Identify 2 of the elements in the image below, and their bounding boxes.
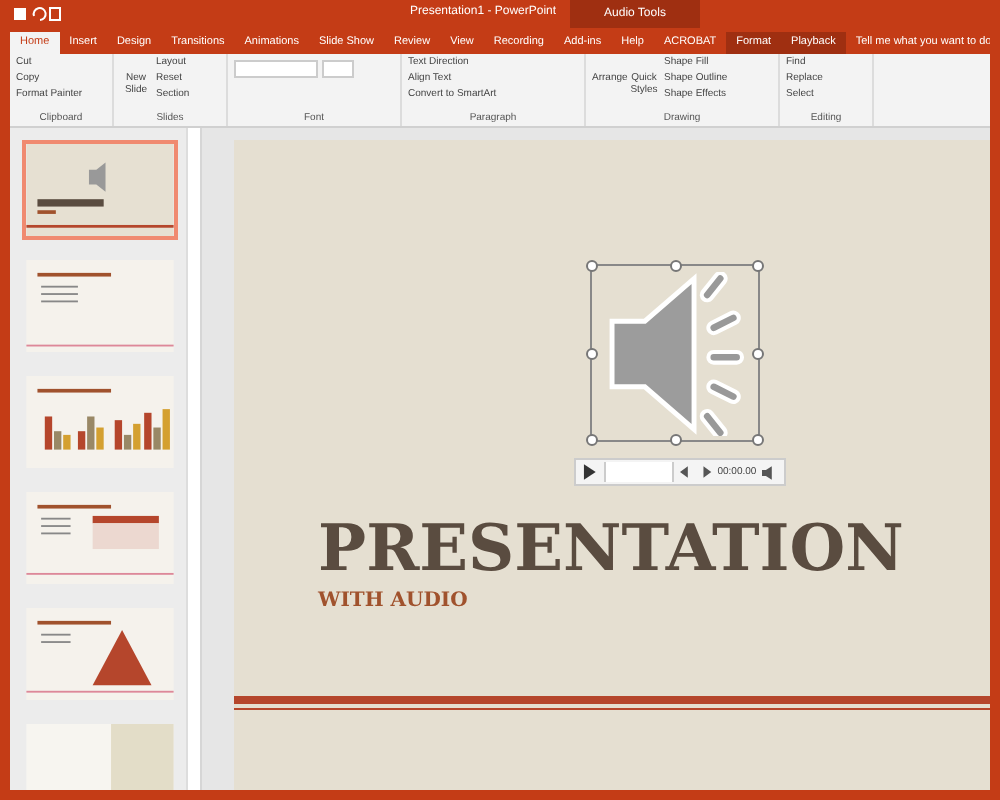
slide-title: PRESENTATION xyxy=(318,510,904,586)
slide-subtitle: WITH AUDIO xyxy=(318,590,468,612)
